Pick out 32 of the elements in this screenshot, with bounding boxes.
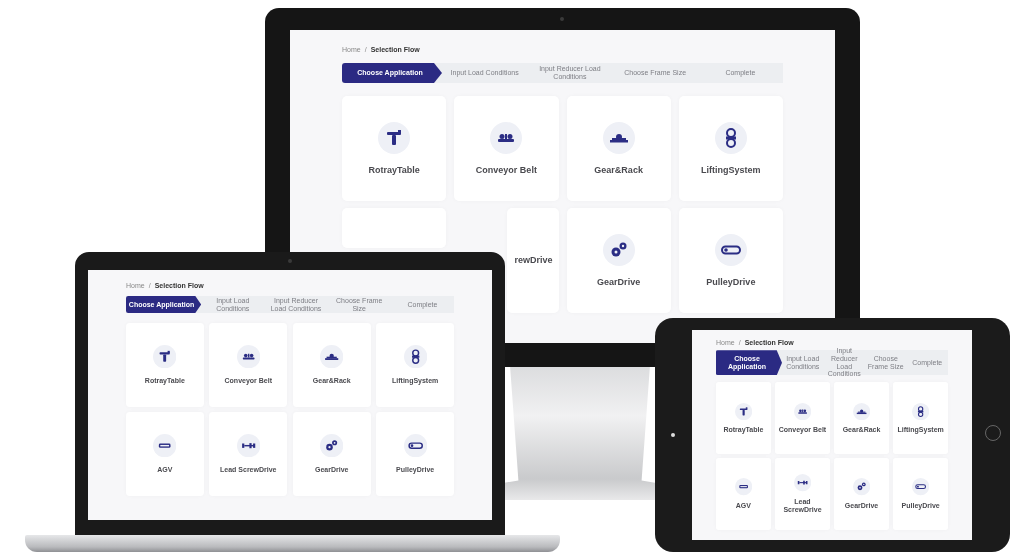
lift-icon [912,402,930,420]
application-card[interactable]: RotrayTable [342,96,447,201]
application-card[interactable]: LiftingSystem [678,96,783,201]
application-card[interactable]: rewDrive [506,208,559,313]
conveyor-icon [490,121,523,154]
rack-icon [602,121,635,154]
table-icon [734,402,752,420]
gears-icon [852,478,871,496]
gears-icon [320,433,344,458]
camera-icon [671,433,675,437]
application-card[interactable]: GearDrive [566,208,671,313]
camera-icon [560,17,564,21]
table-icon [378,121,411,154]
belt-icon [403,433,427,458]
application-card[interactable]: PulleyDrive [678,208,783,313]
camera-icon [288,259,292,263]
screw-icon [793,474,812,492]
gears-icon [602,233,635,266]
vehicle-icon [153,433,177,458]
table-icon [153,344,177,369]
belt-icon [912,478,930,496]
conveyor-icon [793,402,812,420]
application-card[interactable]: Gear&Rack [566,96,671,201]
conveyor-icon [236,344,260,369]
belt-icon [714,233,747,266]
rack-icon [320,344,344,369]
rack-icon [852,402,871,420]
screw-icon [236,433,260,458]
vehicle-icon [734,478,752,496]
lift-icon [403,344,427,369]
application-card[interactable]: Conveyor Belt [454,96,559,201]
lift-icon [714,121,747,154]
